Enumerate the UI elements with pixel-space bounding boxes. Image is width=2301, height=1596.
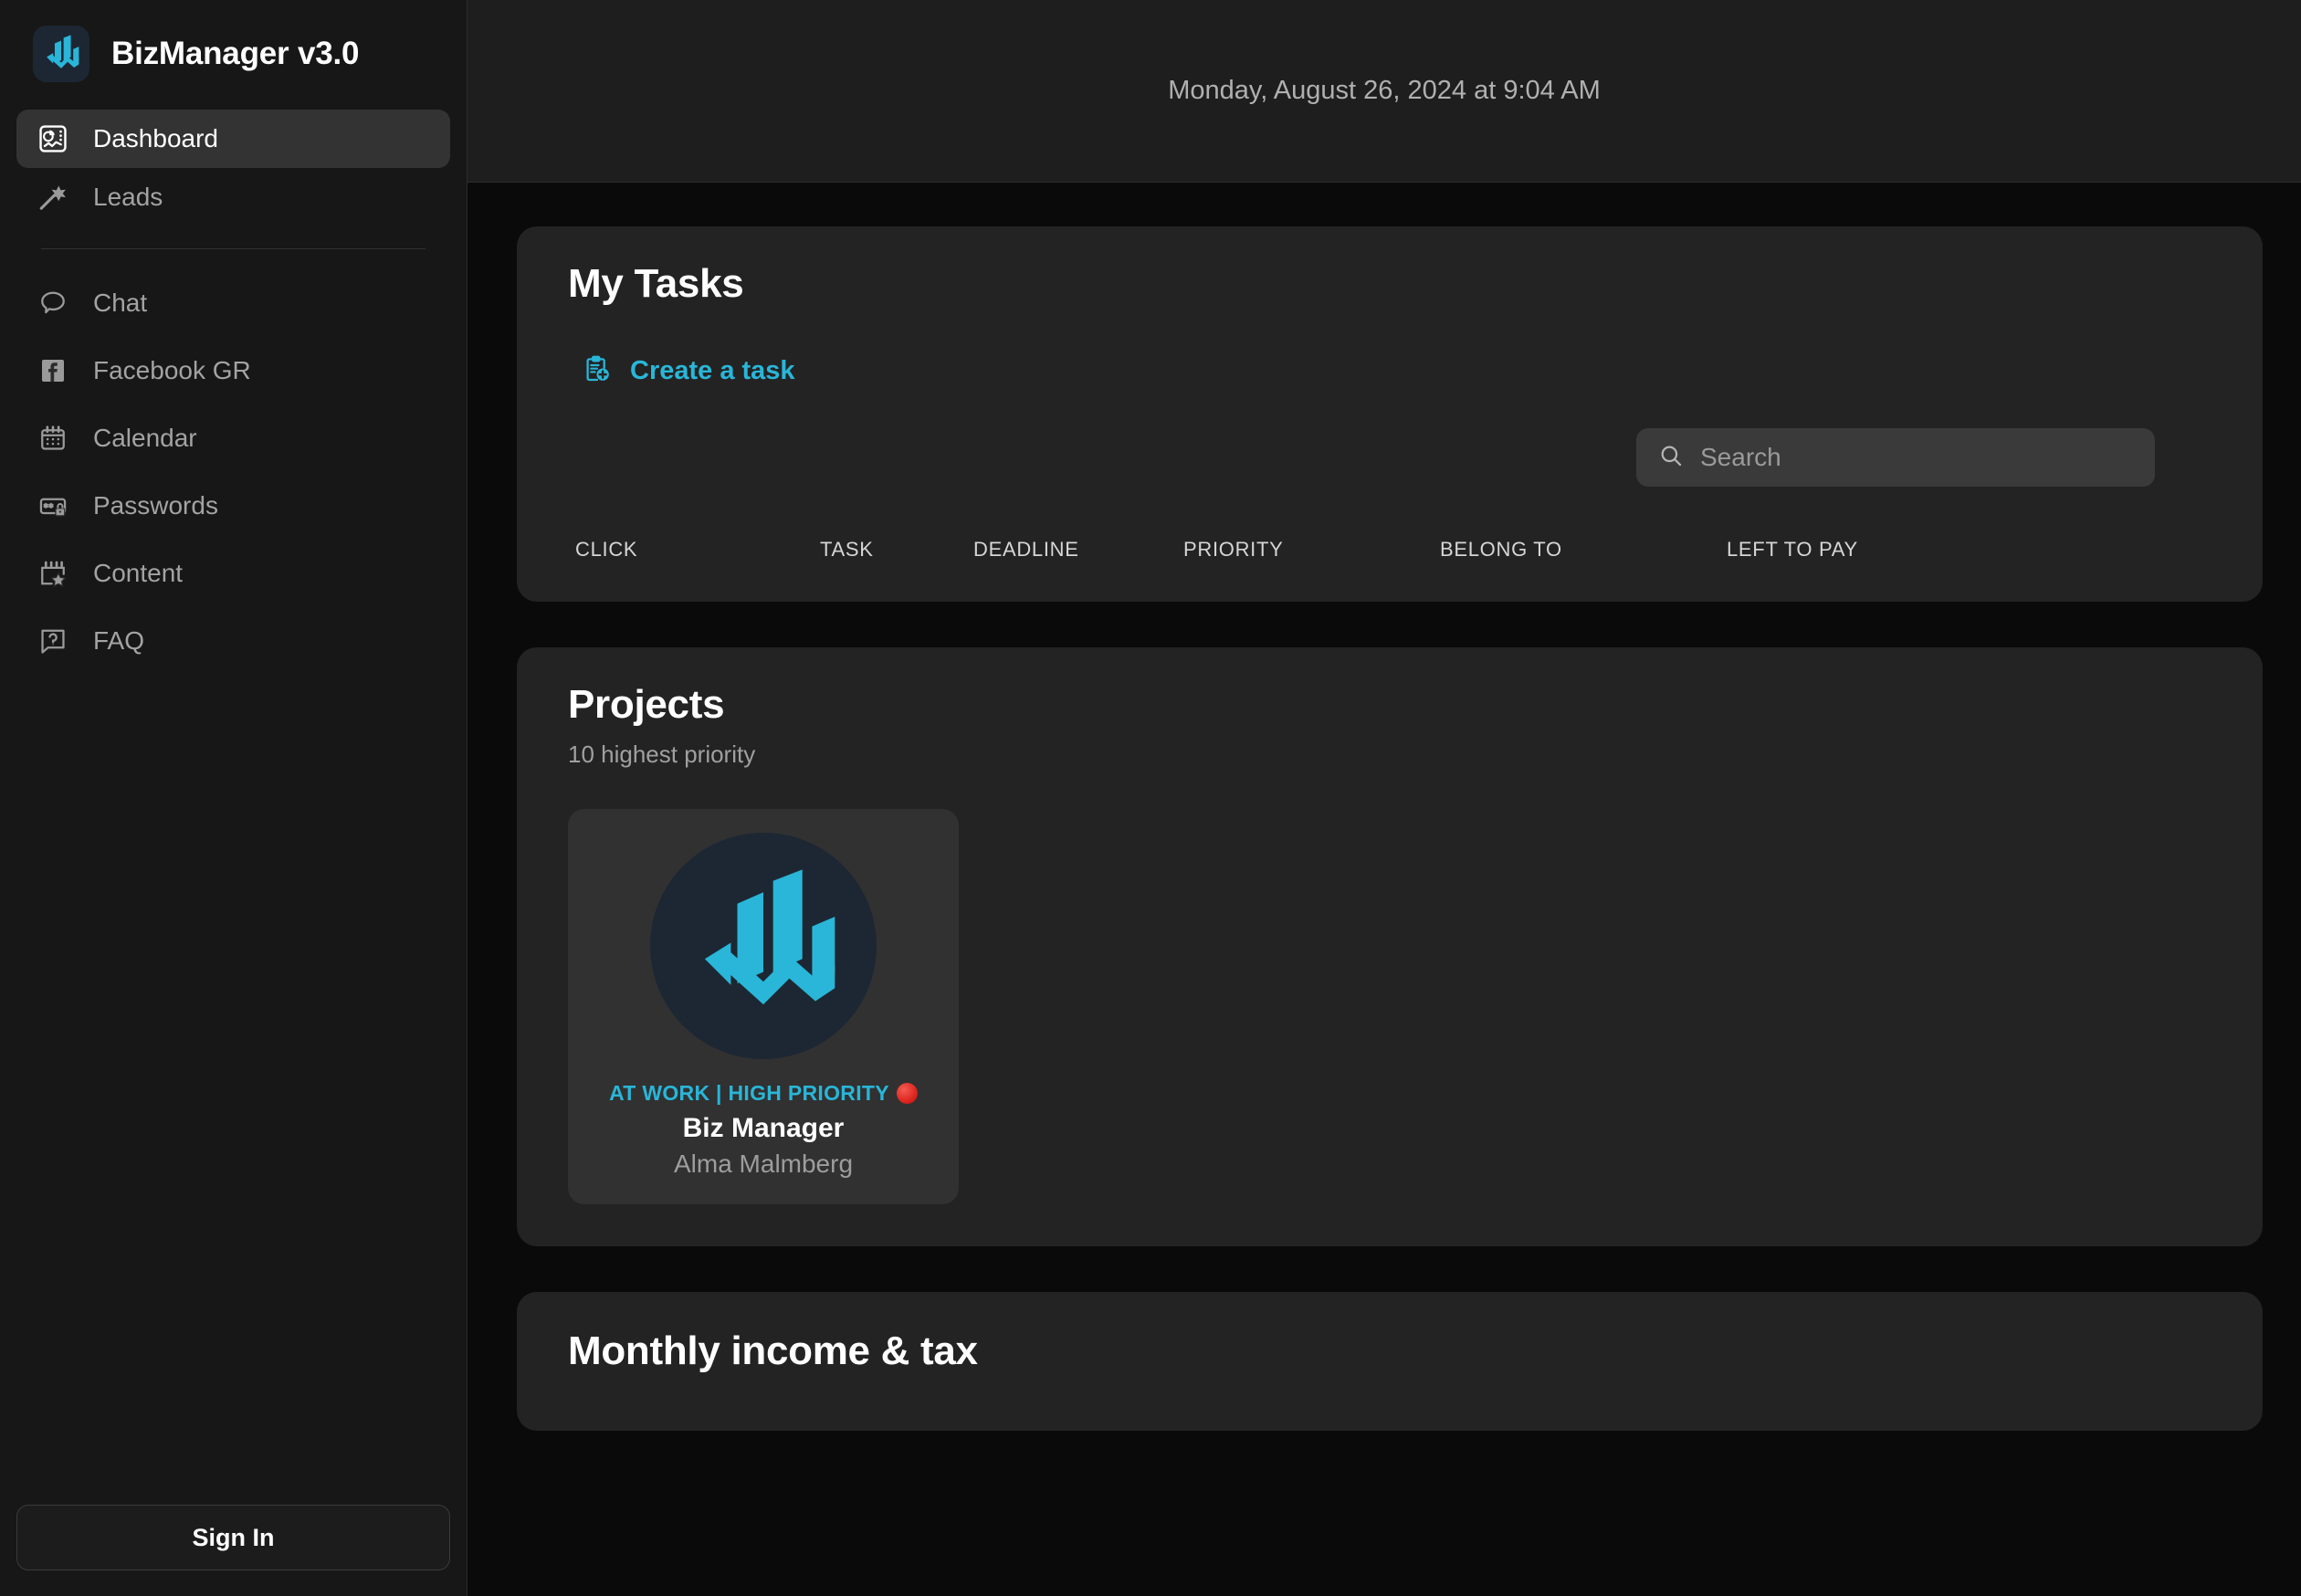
search-placeholder: Search <box>1700 443 1781 471</box>
sidebar-item-label: Dashboard <box>93 124 218 152</box>
column-header-deadline[interactable]: DEADLINE <box>973 538 1183 562</box>
sidebar-nav-secondary: Chat Facebook GR Calendar Passwords Cont… <box>0 269 467 675</box>
sidebar-item-label: FAQ <box>93 626 145 655</box>
sidebar-divider <box>41 248 426 249</box>
sidebar-item-dashboard[interactable]: Dashboard <box>16 110 450 168</box>
monthly-income-title: Monthly income & tax <box>568 1328 978 1373</box>
sidebar-item-label: Passwords <box>93 491 218 520</box>
column-header-click[interactable]: CLICK <box>575 538 820 562</box>
sidebar-footer: Sign In <box>0 1505 467 1596</box>
bizmanager-logo-icon <box>650 833 877 1059</box>
current-datetime: Monday, August 26, 2024 at 9:04 AM <box>1168 76 1601 105</box>
column-header-task[interactable]: TASK <box>820 538 973 562</box>
sidebar-item-chat[interactable]: Chat <box>16 269 450 337</box>
app-root: BizManager v3.0 Dashboard Leads Chat Fac… <box>0 0 2301 1596</box>
sidebar-item-calendar[interactable]: Calendar <box>16 404 450 472</box>
brand-header: BizManager v3.0 <box>0 0 467 110</box>
column-header-left-to-pay[interactable]: LEFT TO PAY <box>1727 538 1909 562</box>
faq-question-icon <box>37 625 69 657</box>
projects-title: Projects <box>568 682 725 727</box>
column-header-priority[interactable]: PRIORITY <box>1183 538 1440 562</box>
clipboard-plus-icon <box>583 354 612 388</box>
sidebar-item-label: Chat <box>93 289 148 317</box>
main-area: Monday, August 26, 2024 at 9:04 AM My Ta… <box>468 0 2301 1596</box>
brand-title: BizManager v3.0 <box>111 36 360 71</box>
tasks-table-header: CLICK TASK DEADLINE PRIORITY BELONG TO L… <box>568 538 2212 562</box>
content-scroll-area: My Tasks Create a task Search CLICK TASK… <box>468 183 2301 1596</box>
dashboard-icon <box>37 122 69 155</box>
sidebar-nav-primary: Dashboard Leads <box>0 110 467 226</box>
projects-subtitle: 10 highest priority <box>568 740 756 768</box>
sidebar-item-label: Leads <box>93 183 163 211</box>
sidebar-item-content[interactable]: Content <box>16 540 450 607</box>
calendar-icon <box>37 422 69 455</box>
sidebar-item-leads[interactable]: Leads <box>16 168 450 226</box>
create-task-label: Create a task <box>630 356 795 385</box>
facebook-icon <box>37 354 69 387</box>
sidebar: BizManager v3.0 Dashboard Leads Chat Fac… <box>0 0 468 1596</box>
content-star-icon <box>37 557 69 590</box>
projects-grid: AT WORK | HIGH PRIORITY Biz Manager Alma… <box>568 809 2212 1204</box>
project-status-text: AT WORK | HIGH PRIORITY <box>609 1081 889 1105</box>
my-tasks-panel: My Tasks Create a task Search CLICK TASK… <box>517 226 2263 602</box>
tasks-search-row: Search <box>568 428 2212 487</box>
create-task-button[interactable]: Create a task <box>568 354 795 388</box>
search-input[interactable]: Search <box>1636 428 2155 487</box>
topbar: Monday, August 26, 2024 at 9:04 AM <box>468 0 2301 183</box>
my-tasks-title: My Tasks <box>568 261 744 306</box>
sign-in-button[interactable]: Sign In <box>16 1505 450 1570</box>
sidebar-item-facebook-gr[interactable]: Facebook GR <box>16 337 450 404</box>
column-header-belong-to[interactable]: BELONG TO <box>1440 538 1727 562</box>
projects-panel: Projects 10 highest priority AT WORK | H… <box>517 647 2263 1246</box>
red-priority-dot <box>896 1083 918 1104</box>
password-lock-icon <box>37 489 69 522</box>
project-owner: Alma Malmberg <box>673 1150 854 1178</box>
sidebar-item-label: Content <box>93 559 184 587</box>
project-card[interactable]: AT WORK | HIGH PRIORITY Biz Manager Alma… <box>568 809 959 1204</box>
project-name: Biz Manager <box>682 1113 845 1143</box>
bizmanager-logo-icon <box>33 26 89 82</box>
sidebar-item-label: Facebook GR <box>93 356 251 384</box>
magic-wand-icon <box>37 181 69 214</box>
project-status: AT WORK | HIGH PRIORITY <box>609 1081 918 1106</box>
monthly-income-panel: Monthly income & tax <box>517 1292 2263 1431</box>
search-icon <box>1658 443 1684 473</box>
sidebar-item-label: Calendar <box>93 424 197 452</box>
sidebar-item-faq[interactable]: FAQ <box>16 607 450 675</box>
chat-bubble-icon <box>37 287 69 320</box>
sidebar-item-passwords[interactable]: Passwords <box>16 472 450 540</box>
